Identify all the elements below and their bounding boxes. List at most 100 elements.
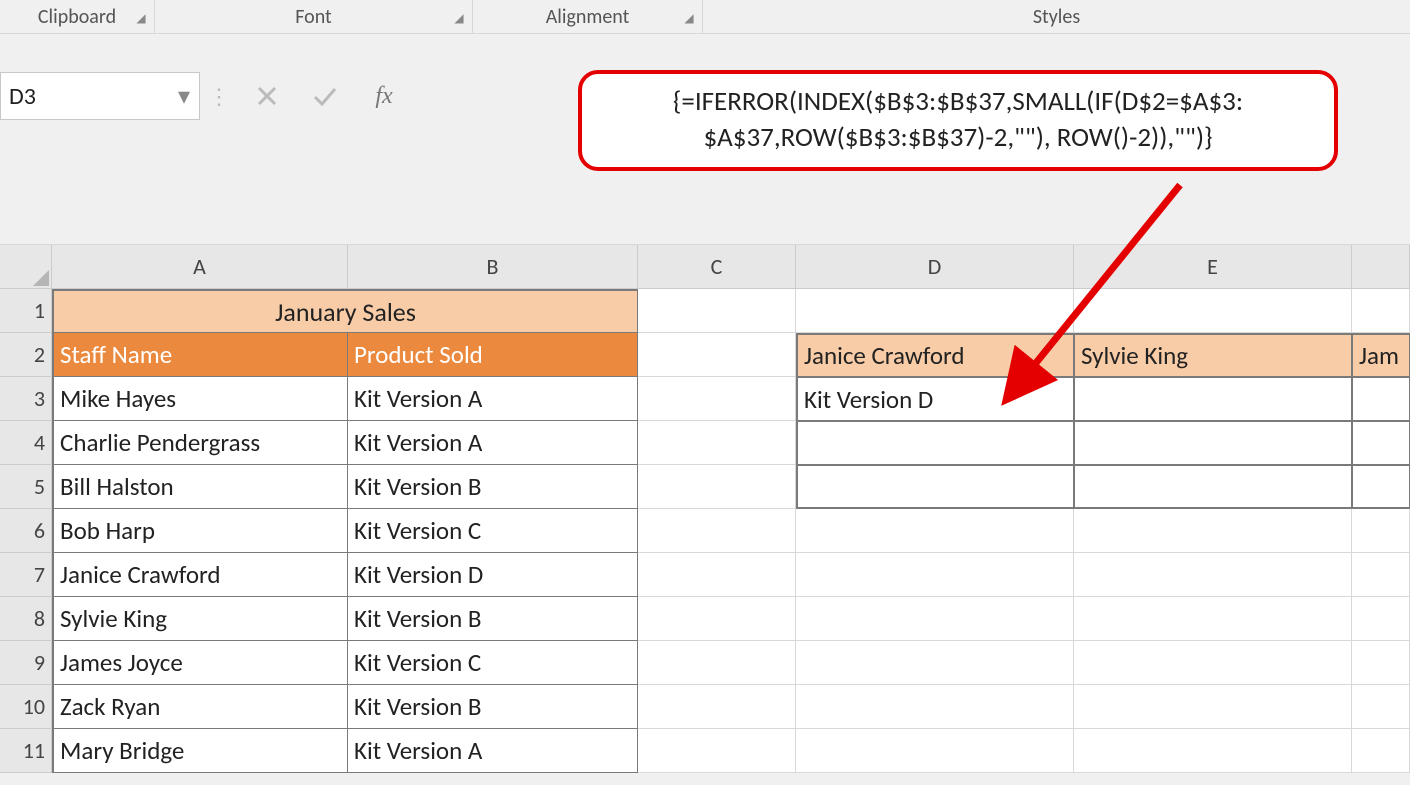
cell-C7[interactable] — [638, 553, 796, 597]
cell-F9[interactable] — [1352, 641, 1410, 685]
cell-F5[interactable] — [1352, 465, 1410, 509]
spreadsheet-grid[interactable]: A B C D E 1 January Sales 2 Staff Name P… — [0, 244, 1410, 773]
cell-D1[interactable] — [796, 289, 1074, 333]
cell-E6[interactable] — [1074, 509, 1352, 553]
cell-A8[interactable]: Sylvie King — [52, 597, 348, 641]
cell-E10[interactable] — [1074, 685, 1352, 729]
cell-B2[interactable]: Product Sold — [348, 333, 638, 377]
cell-C5[interactable] — [638, 465, 796, 509]
cell-C1[interactable] — [638, 289, 796, 333]
cell-B6[interactable]: Kit Version C — [348, 509, 638, 553]
row-4: 4 Charlie Pendergrass Kit Version A — [0, 421, 1410, 465]
col-header-C[interactable]: C — [638, 245, 796, 289]
cell-F8[interactable] — [1352, 597, 1410, 641]
cell-E5[interactable] — [1074, 465, 1352, 509]
cell-E4[interactable] — [1074, 421, 1352, 465]
cell-E9[interactable] — [1074, 641, 1352, 685]
cell-E3[interactable] — [1074, 377, 1352, 421]
row-header-10[interactable]: 10 — [0, 685, 52, 729]
row-header-7[interactable]: 7 — [0, 553, 52, 597]
chevron-down-icon[interactable]: ▾ — [173, 73, 195, 119]
cell-C11[interactable] — [638, 729, 796, 773]
cell-E11[interactable] — [1074, 729, 1352, 773]
cell-B3[interactable]: Kit Version A — [348, 377, 638, 421]
cell-A2[interactable]: Staff Name — [52, 333, 348, 377]
cell-E2[interactable]: Sylvie King — [1074, 333, 1352, 377]
row-header-5[interactable]: 5 — [0, 465, 52, 509]
dialog-launcher-icon[interactable]: ◢ — [134, 13, 148, 27]
cell-B4[interactable]: Kit Version A — [348, 421, 638, 465]
cell-C9[interactable] — [638, 641, 796, 685]
cell-C6[interactable] — [638, 509, 796, 553]
row-header-3[interactable]: 3 — [0, 377, 52, 421]
cell-F7[interactable] — [1352, 553, 1410, 597]
col-header-partial[interactable] — [1352, 245, 1410, 289]
cell-C10[interactable] — [638, 685, 796, 729]
name-box[interactable]: D3 ▾ — [0, 72, 200, 120]
cell-C3[interactable] — [638, 377, 796, 421]
cell-F11[interactable] — [1352, 729, 1410, 773]
formula-callout: {=IFERROR(INDEX($B$3:$B$37,SMALL(IF(D$2=… — [578, 70, 1338, 171]
cancel-formula-button[interactable] — [238, 72, 296, 120]
cell-F3[interactable] — [1352, 377, 1410, 421]
enter-formula-button[interactable] — [296, 72, 354, 120]
col-header-E[interactable]: E — [1074, 245, 1352, 289]
cell-B8[interactable]: Kit Version B — [348, 597, 638, 641]
cell-A3[interactable]: Mike Hayes — [52, 377, 348, 421]
cell-B7[interactable]: Kit Version D — [348, 553, 638, 597]
cell-A5[interactable]: Bill Halston — [52, 465, 348, 509]
cell-B10[interactable]: Kit Version B — [348, 685, 638, 729]
cell-B9[interactable]: Kit Version C — [348, 641, 638, 685]
row-header-2[interactable]: 2 — [0, 333, 52, 377]
fx-label[interactable]: fx — [354, 72, 414, 120]
cell-A10[interactable]: Zack Ryan — [52, 685, 348, 729]
cell-D2[interactable]: Janice Crawford — [796, 333, 1074, 377]
cell-B5[interactable]: Kit Version B — [348, 465, 638, 509]
cell-D9[interactable] — [796, 641, 1074, 685]
cell-D6[interactable] — [796, 509, 1074, 553]
select-all-corner[interactable] — [0, 245, 52, 289]
row-header-6[interactable]: 6 — [0, 509, 52, 553]
row-header-11[interactable]: 11 — [0, 729, 52, 773]
cell-D5[interactable] — [796, 465, 1074, 509]
row-header-9[interactable]: 9 — [0, 641, 52, 685]
cell-E7[interactable] — [1074, 553, 1352, 597]
cell-F6[interactable] — [1352, 509, 1410, 553]
col-header-D[interactable]: D — [796, 245, 1074, 289]
cell-F1[interactable] — [1352, 289, 1410, 333]
ribbon-group-labels: Clipboard ◢ Font ◢ Alignment ◢ Styles — [0, 0, 1410, 34]
cell-D10[interactable] — [796, 685, 1074, 729]
ribbon-group-alignment: Alignment ◢ — [473, 0, 703, 33]
cell-D4[interactable] — [796, 421, 1074, 465]
cell-C2[interactable] — [638, 333, 796, 377]
cell-A4[interactable]: Charlie Pendergrass — [52, 421, 348, 465]
column-header-row: A B C D E — [0, 245, 1410, 289]
cell-A7[interactable]: Janice Crawford — [52, 553, 348, 597]
col-header-B[interactable]: B — [348, 245, 638, 289]
cell-C4[interactable] — [638, 421, 796, 465]
cell-E1[interactable] — [1074, 289, 1352, 333]
ribbon-group-styles: Styles — [703, 0, 1410, 33]
cell-E8[interactable] — [1074, 597, 1352, 641]
row-11: 11 Mary Bridge Kit Version A — [0, 729, 1410, 773]
cell-F4[interactable] — [1352, 421, 1410, 465]
cell-A11[interactable]: Mary Bridge — [52, 729, 348, 773]
dialog-launcher-icon[interactable]: ◢ — [452, 13, 466, 27]
col-header-A[interactable]: A — [52, 245, 348, 289]
row-header-1[interactable]: 1 — [0, 289, 52, 333]
cell-F2[interactable]: Jam — [1352, 333, 1410, 377]
row-1: 1 January Sales — [0, 289, 1410, 333]
cell-D11[interactable] — [796, 729, 1074, 773]
cell-D8[interactable] — [796, 597, 1074, 641]
cell-A9[interactable]: James Joyce — [52, 641, 348, 685]
cell-D7[interactable] — [796, 553, 1074, 597]
cell-A6[interactable]: Bob Harp — [52, 509, 348, 553]
row-header-8[interactable]: 8 — [0, 597, 52, 641]
row-header-4[interactable]: 4 — [0, 421, 52, 465]
cell-F10[interactable] — [1352, 685, 1410, 729]
cell-D3[interactable]: Kit Version D — [796, 377, 1074, 421]
cell-B11[interactable]: Kit Version A — [348, 729, 638, 773]
cell-A1-merged[interactable]: January Sales — [52, 289, 638, 333]
cell-C8[interactable] — [638, 597, 796, 641]
dialog-launcher-icon[interactable]: ◢ — [682, 13, 696, 27]
